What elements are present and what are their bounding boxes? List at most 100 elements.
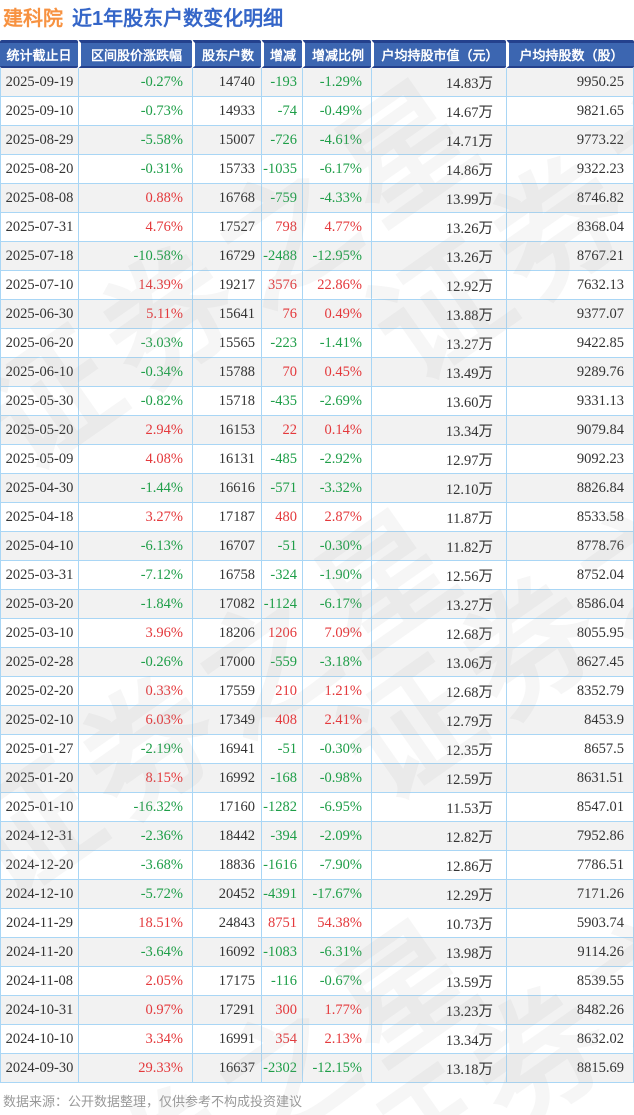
avg-shares-cell: 5903.74 bbox=[506, 909, 634, 938]
table-row: 2025-02-10 6.03% 17349 408 2.41% 12.79万 8453.9 bbox=[0, 706, 634, 735]
table-row: 2025-01-27 -2.19% 16941 -51 -0.30% 12.35万 8657… bbox=[0, 735, 634, 764]
table-row: 2025-07-31 4.76% 17527 798 4.77% 13.26万 8368.0… bbox=[0, 213, 634, 242]
avg-shares-cell: 9821.65 bbox=[506, 97, 634, 126]
date-cell: 2025-01-20 bbox=[0, 764, 78, 793]
stock-name: 建科院 bbox=[3, 8, 63, 30]
change-cell: -1282 bbox=[261, 793, 302, 822]
source-note: 数据来源：公开数据整理，仅供参考不构成投资建议 bbox=[3, 1094, 303, 1109]
price-change-cell: -0.27% bbox=[78, 68, 192, 97]
holders-count-cell: 15718 bbox=[192, 387, 261, 416]
date-cell: 2025-02-28 bbox=[0, 648, 78, 677]
price-change-cell: 3.27% bbox=[78, 503, 192, 532]
avg-shares-cell: 8657.5 bbox=[506, 735, 634, 764]
avg-shares-cell: 8631.51 bbox=[506, 764, 634, 793]
date-cell: 2025-09-10 bbox=[0, 97, 78, 126]
change-cell: -51 bbox=[261, 532, 302, 561]
change-cell: -51 bbox=[261, 735, 302, 764]
avg-market-value-cell: 13.59万 bbox=[371, 967, 506, 996]
price-change-cell: -16.32% bbox=[78, 793, 192, 822]
avg-market-value-cell: 14.71万 bbox=[371, 126, 506, 155]
holders-count-cell: 16092 bbox=[192, 938, 261, 967]
price-change-cell: 4.08% bbox=[78, 445, 192, 474]
date-cell: 2025-08-20 bbox=[0, 155, 78, 184]
price-change-cell: 5.11% bbox=[78, 300, 192, 329]
avg-shares-cell: 9377.07 bbox=[506, 300, 634, 329]
change-cell: -726 bbox=[261, 126, 302, 155]
change-cell: 354 bbox=[261, 1025, 302, 1054]
table-header: 统计截止日 区间股价涨跌幅 股东户数 增减 增减比例 户均持股市值（元） 户均持股数（股） bbox=[0, 40, 634, 68]
change-pct-cell: -7.90% bbox=[302, 851, 371, 880]
price-change-cell: 6.03% bbox=[78, 706, 192, 735]
change-pct-cell: 2.87% bbox=[302, 503, 371, 532]
column-header-4: 增减比例 bbox=[302, 40, 371, 68]
price-change-cell: -3.64% bbox=[78, 938, 192, 967]
avg-shares-cell: 8453.9 bbox=[506, 706, 634, 735]
avg-market-value-cell: 11.82万 bbox=[371, 532, 506, 561]
change-cell: 70 bbox=[261, 358, 302, 387]
price-change-cell: 3.96% bbox=[78, 619, 192, 648]
table-row: 2024-12-20 -3.68% 18836 -1616 -7.90% 12.86万 77… bbox=[0, 851, 634, 880]
avg-shares-cell: 8533.58 bbox=[506, 503, 634, 532]
date-cell: 2024-12-20 bbox=[0, 851, 78, 880]
avg-market-value-cell: 12.56万 bbox=[371, 561, 506, 590]
avg-shares-cell: 8746.82 bbox=[506, 184, 634, 213]
change-pct-cell: -0.49% bbox=[302, 97, 371, 126]
holders-count-cell: 15565 bbox=[192, 329, 261, 358]
holders-count-cell: 15007 bbox=[192, 126, 261, 155]
table-row: 2025-09-10 -0.73% 14933 -74 -0.49% 14.67万 9821… bbox=[0, 97, 634, 126]
date-cell: 2025-08-08 bbox=[0, 184, 78, 213]
avg-market-value-cell: 11.53万 bbox=[371, 793, 506, 822]
date-cell: 2025-05-20 bbox=[0, 416, 78, 445]
date-cell: 2024-11-29 bbox=[0, 909, 78, 938]
change-cell: -168 bbox=[261, 764, 302, 793]
avg-shares-cell: 8815.69 bbox=[506, 1054, 634, 1083]
column-header-3: 增减 bbox=[261, 40, 302, 68]
avg-market-value-cell: 13.27万 bbox=[371, 329, 506, 358]
table-row: 2025-03-20 -1.84% 17082 -1124 -6.17% 13.27万 85… bbox=[0, 590, 634, 619]
date-cell: 2025-07-31 bbox=[0, 213, 78, 242]
change-pct-cell: 4.77% bbox=[302, 213, 371, 242]
table-row: 2025-04-30 -1.44% 16616 -571 -3.32% 12.10万 882… bbox=[0, 474, 634, 503]
change-pct-cell: -4.61% bbox=[302, 126, 371, 155]
avg-shares-cell: 7786.51 bbox=[506, 851, 634, 880]
change-pct-cell: -1.90% bbox=[302, 561, 371, 590]
date-cell: 2024-10-10 bbox=[0, 1025, 78, 1054]
column-header-0: 统计截止日 bbox=[0, 40, 78, 68]
column-header-6: 户均持股数（股） bbox=[506, 40, 634, 68]
avg-market-value-cell: 12.68万 bbox=[371, 677, 506, 706]
table-row: 2024-11-08 2.05% 17175 -116 -0.67% 13.59万 8539… bbox=[0, 967, 634, 996]
table-row: 2025-06-30 5.11% 15641 76 0.49% 13.88万 9377.07 bbox=[0, 300, 634, 329]
holders-count-cell: 16991 bbox=[192, 1025, 261, 1054]
avg-market-value-cell: 12.97万 bbox=[371, 445, 506, 474]
holders-count-cell: 18442 bbox=[192, 822, 261, 851]
avg-market-value-cell: 11.87万 bbox=[371, 503, 506, 532]
change-pct-cell: -1.29% bbox=[302, 68, 371, 97]
holders-count-cell: 18836 bbox=[192, 851, 261, 880]
date-cell: 2025-02-10 bbox=[0, 706, 78, 735]
avg-market-value-cell: 13.18万 bbox=[371, 1054, 506, 1083]
holders-count-cell: 17291 bbox=[192, 996, 261, 1025]
avg-market-value-cell: 12.59万 bbox=[371, 764, 506, 793]
change-cell: -116 bbox=[261, 967, 302, 996]
date-cell: 2025-02-20 bbox=[0, 677, 78, 706]
holders-count-cell: 17160 bbox=[192, 793, 261, 822]
price-change-cell: 0.97% bbox=[78, 996, 192, 1025]
change-pct-cell: 2.41% bbox=[302, 706, 371, 735]
avg-market-value-cell: 13.23万 bbox=[371, 996, 506, 1025]
avg-market-value-cell: 13.98万 bbox=[371, 938, 506, 967]
price-change-cell: -6.13% bbox=[78, 532, 192, 561]
avg-shares-cell: 8627.45 bbox=[506, 648, 634, 677]
price-change-cell: -0.34% bbox=[78, 358, 192, 387]
avg-shares-cell: 8778.76 bbox=[506, 532, 634, 561]
price-change-cell: 29.33% bbox=[78, 1054, 192, 1083]
avg-market-value-cell: 13.34万 bbox=[371, 1025, 506, 1054]
avg-shares-cell: 9289.76 bbox=[506, 358, 634, 387]
avg-market-value-cell: 12.10万 bbox=[371, 474, 506, 503]
change-cell: 210 bbox=[261, 677, 302, 706]
table-row: 2025-09-19 -0.27% 14740 -193 -1.29% 14.83万 995… bbox=[0, 68, 634, 97]
change-cell: -74 bbox=[261, 97, 302, 126]
change-cell: -435 bbox=[261, 387, 302, 416]
avg-market-value-cell: 13.99万 bbox=[371, 184, 506, 213]
avg-market-value-cell: 14.67万 bbox=[371, 97, 506, 126]
date-cell: 2025-03-20 bbox=[0, 590, 78, 619]
